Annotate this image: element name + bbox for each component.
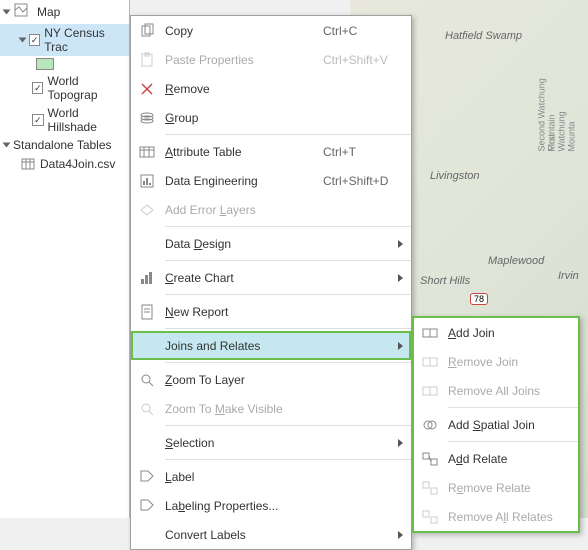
- remove-join-icon: [420, 352, 440, 372]
- toc-group-label: Standalone Tables: [13, 138, 112, 152]
- menu-copy[interactable]: Copy Ctrl+C: [131, 16, 411, 45]
- submenu-arrow-icon: [398, 240, 403, 248]
- menu-separator: [448, 441, 578, 442]
- submenu-arrow-icon: [398, 342, 403, 350]
- data-engineering-icon: [137, 171, 157, 191]
- toc-table-data4join[interactable]: Data4Join.csv: [0, 154, 129, 174]
- report-icon: [137, 302, 157, 322]
- toc-layer-nycensus[interactable]: ✓ NY Census Trac: [0, 24, 129, 56]
- table-icon: [20, 156, 36, 172]
- remove-all-relates-icon: [420, 507, 440, 527]
- toc-layer-label: NY Census Trac: [44, 26, 125, 54]
- submenu-remove-relate: Remove Relate: [414, 473, 578, 502]
- toc-map-node[interactable]: Map: [0, 0, 129, 24]
- menu-separator: [165, 294, 411, 295]
- menu-label[interactable]: Label: [131, 462, 411, 491]
- menu-create-chart[interactable]: Create Chart: [131, 263, 411, 292]
- layer-context-menu: Copy Ctrl+C Paste Properties Ctrl+Shift+…: [130, 15, 412, 550]
- menu-separator: [165, 328, 411, 329]
- menu-attribute-table[interactable]: Attribute Table Ctrl+T: [131, 137, 411, 166]
- spatial-join-icon: [420, 415, 440, 435]
- map-place-maplewood: Maplewood: [488, 255, 544, 267]
- menu-separator: [165, 226, 411, 227]
- toc-layer-hillshade[interactable]: ✓ World Hillshade: [0, 104, 129, 136]
- submenu-arrow-icon: [398, 531, 403, 539]
- menu-selection[interactable]: Selection: [131, 428, 411, 457]
- checkbox-icon[interactable]: ✓: [32, 82, 43, 94]
- menu-convert-labels[interactable]: Convert Labels: [131, 520, 411, 549]
- menu-add-error-layers: Add Error Layers: [131, 195, 411, 224]
- map-hwy-shield: 78: [470, 293, 488, 305]
- menu-zoom-to-layer[interactable]: Zoom To Layer: [131, 365, 411, 394]
- remove-icon: [137, 79, 157, 99]
- submenu-arrow-icon: [398, 439, 403, 447]
- toc-symbol-row[interactable]: [0, 56, 129, 72]
- map-place-shorthills: Short Hills: [420, 275, 470, 287]
- add-relate-icon: [420, 449, 440, 469]
- expand-icon: [19, 38, 27, 43]
- menu-separator: [165, 362, 411, 363]
- submenu-arrow-icon: [398, 274, 403, 282]
- toc-table-label: Data4Join.csv: [40, 157, 115, 171]
- label-icon: [137, 467, 157, 487]
- expand-icon: [3, 10, 11, 15]
- toc-layer-label: World Topograp: [47, 74, 125, 102]
- menu-data-engineering[interactable]: Data Engineering Ctrl+Shift+D: [131, 166, 411, 195]
- map-place-livingston: Livingston: [430, 170, 480, 182]
- table-icon: [137, 142, 157, 162]
- menu-separator: [165, 459, 411, 460]
- submenu-add-join[interactable]: Add Join: [414, 318, 578, 347]
- checkbox-icon[interactable]: ✓: [32, 114, 43, 126]
- chart-icon: [137, 268, 157, 288]
- menu-remove[interactable]: Remove: [131, 74, 411, 103]
- submenu-remove-all-joins: Remove All Joins: [414, 376, 578, 405]
- toc-layer-topo[interactable]: ✓ World Topograp: [0, 72, 129, 104]
- expand-icon: [3, 143, 11, 148]
- symbol-swatch: [36, 58, 54, 70]
- remove-all-joins-icon: [420, 381, 440, 401]
- menu-labeling-properties[interactable]: Labeling Properties...: [131, 491, 411, 520]
- map-frame-icon: [13, 2, 33, 22]
- menu-separator: [448, 407, 578, 408]
- submenu-remove-join: Remove Join: [414, 347, 578, 376]
- menu-separator: [165, 425, 411, 426]
- joins-relates-submenu: Add Join Remove Join Remove All Joins Ad…: [412, 316, 580, 533]
- menu-group[interactable]: Group: [131, 103, 411, 132]
- zoom-layer-icon: [137, 370, 157, 390]
- contents-panel: Map ✓ NY Census Trac ✓ World Topograp ✓ …: [0, 0, 130, 518]
- submenu-add-relate[interactable]: Add Relate: [414, 444, 578, 473]
- menu-separator: [165, 260, 411, 261]
- menu-separator: [165, 134, 411, 135]
- submenu-add-spatial-join[interactable]: Add Spatial Join: [414, 410, 578, 439]
- copy-icon: [137, 21, 157, 41]
- toc-layer-label: World Hillshade: [48, 106, 125, 134]
- menu-zoom-to-visible: Zoom To Make Visible: [131, 394, 411, 423]
- error-layers-icon: [137, 200, 157, 220]
- map-road-first: First Watchung Mounta: [547, 99, 577, 152]
- map-place-hatfield: Hatfield Swamp: [445, 30, 522, 42]
- zoom-visible-icon: [137, 399, 157, 419]
- toc-standalone-tables[interactable]: Standalone Tables: [0, 136, 129, 154]
- group-icon: [137, 108, 157, 128]
- checkbox-icon[interactable]: ✓: [29, 34, 40, 46]
- menu-paste-properties: Paste Properties Ctrl+Shift+V: [131, 45, 411, 74]
- menu-joins-and-relates[interactable]: Joins and Relates: [131, 331, 411, 360]
- paste-icon: [137, 50, 157, 70]
- submenu-remove-all-relates: Remove All Relates: [414, 502, 578, 531]
- label-props-icon: [137, 496, 157, 516]
- toc-map-label: Map: [37, 5, 60, 19]
- add-join-icon: [420, 323, 440, 343]
- menu-data-design[interactable]: Data Design: [131, 229, 411, 258]
- menu-new-report[interactable]: New Report: [131, 297, 411, 326]
- map-place-irv: Irvin: [558, 270, 579, 282]
- remove-relate-icon: [420, 478, 440, 498]
